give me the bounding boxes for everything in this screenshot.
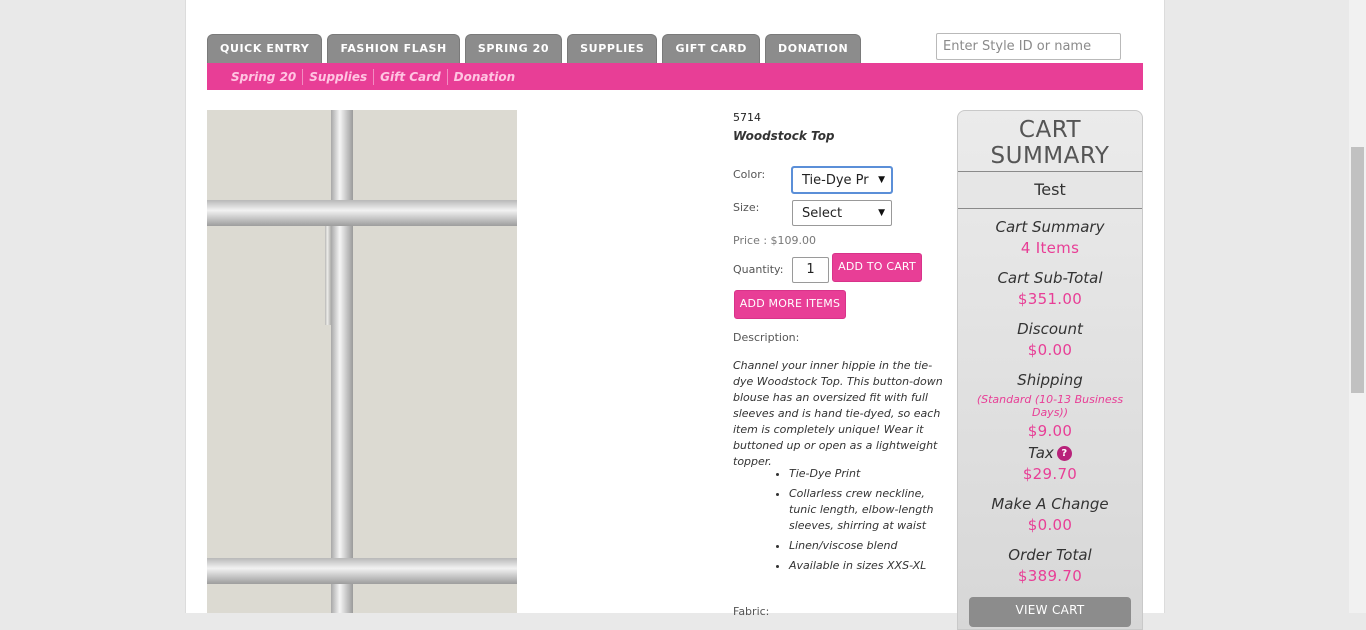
chevron-down-icon: ▼ [878,208,885,218]
description-label: Description: [733,331,800,344]
view-cart-button[interactable]: VIEW CART [969,597,1131,627]
main-tabs: QUICK ENTRY FASHION FLASH SPRING 20 SUPP… [207,34,862,63]
add-to-cart-button[interactable]: ADD TO CART [832,253,922,282]
cart-summary-title: CART SUMMARY [990,117,1110,169]
scrollbar-thumb[interactable] [1351,147,1364,393]
cart-discount-row: Discount $0.00 [958,320,1142,359]
tab-supplies[interactable]: SUPPLIES [567,34,658,63]
question-mark-icon[interactable]: ? [1056,446,1072,461]
description-text: Channel your inner hippie in the tie-dye… [733,359,943,468]
cart-user-name: Test [958,171,1142,209]
cart-summary-label: Cart Summary [995,218,1105,236]
list-item: Linen/viscose blend [789,538,951,554]
color-select-value: Tie-Dye Pr [802,173,869,188]
feature-list: Tie-Dye Print Collarless crew neckline, … [773,466,951,578]
subtotal-label: Cart Sub-Total [997,269,1103,287]
price-text: Price : $109.00 [733,234,817,247]
size-select[interactable]: Select ▼ [792,200,892,226]
style-id: 5714 [733,111,761,124]
tab-fashion-flash[interactable]: FASHION FLASH [327,34,460,63]
discount-value: $0.00 [1027,341,1073,359]
cart-change-row: Make A Change $0.00 [958,495,1142,534]
cart-items-count: 4 Items [1020,239,1080,257]
make-a-change-label: Make A Change [991,495,1109,513]
cart-total-row: Order Total $389.70 [958,546,1142,585]
order-total-label: Order Total [1008,546,1092,564]
size-select-value: Select [802,206,843,221]
tax-value: $29.70 [1022,465,1078,483]
product-name: Woodstock Top [733,129,835,143]
tax-label: Tax [1028,444,1054,462]
list-item: Tie-Dye Print [789,466,951,482]
chevron-down-icon: ▼ [878,175,885,185]
order-total-value: $389.70 [1017,567,1083,585]
subnav-spring-20[interactable]: Spring 20 [225,69,302,85]
cart-summary-panel: CART SUMMARY Test Cart Summary 4 Items C… [957,110,1143,630]
list-item: Collarless crew neckline, tunic length, … [789,486,951,534]
tab-donation[interactable]: DONATION [765,34,862,63]
cart-shipping-row: Shipping (Standard (10-13 Business Days)… [958,371,1142,440]
tab-quick-entry[interactable]: QUICK ENTRY [207,34,323,63]
subnav-supplies[interactable]: Supplies [302,68,373,85]
tab-spring-20[interactable]: SPRING 20 [464,34,563,63]
size-label: Size: [733,201,760,214]
shipping-method-note: (Standard (10-13 Business Days)) [976,393,1124,419]
product-image [207,110,517,613]
subnav-donation[interactable]: Donation [446,68,521,85]
tab-gift-card[interactable]: GIFT CARD [662,34,761,63]
discount-label: Discount [1017,320,1083,338]
sub-navigation: Spring 20 Supplies Gift Card Donation [207,63,1143,90]
shipping-label: Shipping [1017,371,1083,389]
color-select[interactable]: Tie-Dye Pr ▼ [791,166,893,194]
cart-tax-row: Tax? $29.70 [958,444,1142,483]
subtotal-value: $351.00 [1017,290,1083,308]
make-a-change-value: $0.00 [1027,516,1073,534]
cart-subtotal-row: Cart Sub-Total $351.00 [958,269,1142,308]
fabric-label: Fabric: [733,605,770,618]
quantity-label: Quantity: [733,263,784,276]
style-search-input[interactable] [936,33,1121,60]
add-more-items-button[interactable]: ADD MORE ITEMS [734,290,846,319]
shipping-value: $9.00 [1027,422,1073,440]
subnav-gift-card[interactable]: Gift Card [373,68,447,85]
tax-label-wrap: Tax? [958,444,1142,462]
color-label: Color: [733,168,766,181]
quantity-input[interactable]: 1 [792,257,829,283]
list-item: Available in sizes XXS-XL [789,558,951,574]
cart-items-row: Cart Summary 4 Items [958,218,1142,257]
